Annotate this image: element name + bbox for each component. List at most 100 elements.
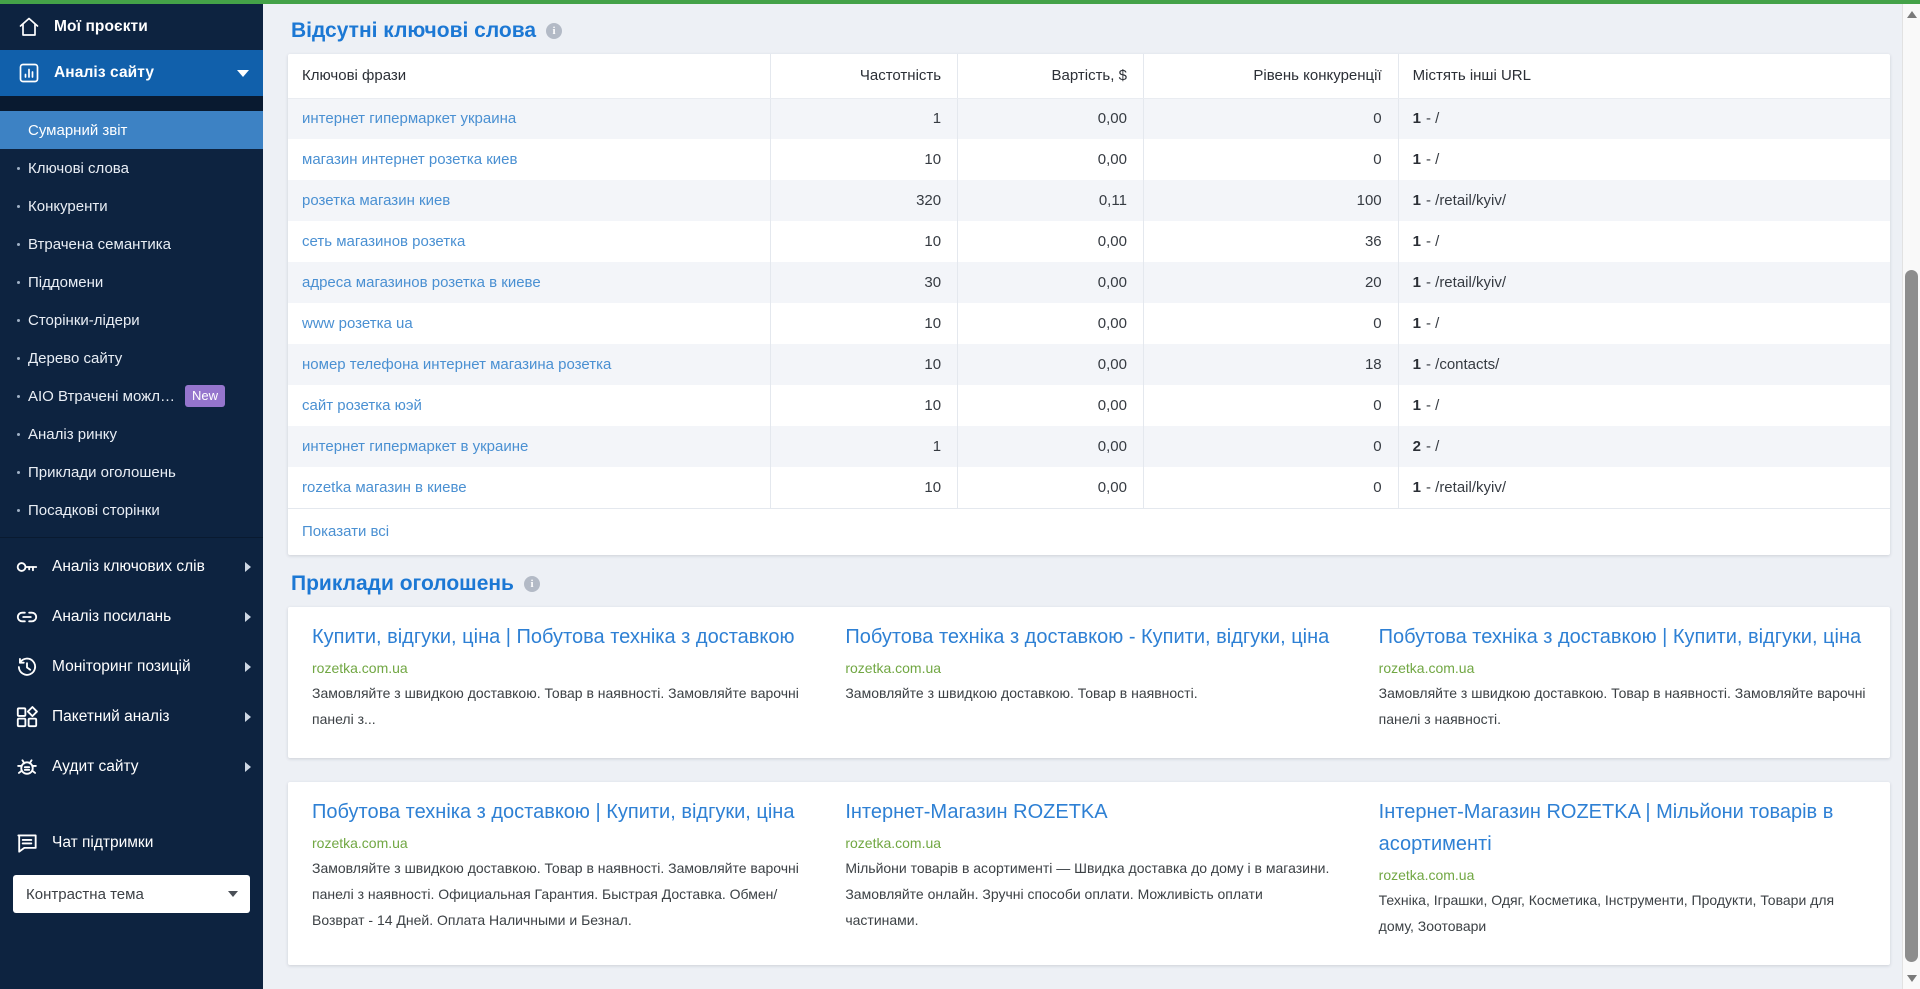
url-path: - /retail/kyiv/ [1426, 192, 1506, 209]
phrase-cell: розетка магазин киев [288, 180, 770, 221]
sidebar-item-batch-analysis[interactable]: Пакетний аналіз [0, 692, 263, 742]
sidebar-item-my-projects[interactable]: Мої проєкти [0, 4, 263, 50]
urls-cell: 1- /contacts/ [1398, 344, 1890, 385]
ad-domain: rozetka.com.ua [845, 835, 1332, 851]
bullet-icon [17, 205, 20, 208]
url-count: 1 [1413, 274, 1421, 291]
urls-cell: 1- /retail/kyiv/ [1398, 467, 1890, 508]
submenu-item[interactable]: Посадкові сторінки [0, 491, 263, 529]
frequency-cell: 320 [770, 180, 957, 221]
bullet-icon [17, 433, 20, 436]
submenu-item-label: Піддомени [28, 274, 103, 291]
submenu-item[interactable]: Конкуренти [0, 187, 263, 225]
keyword-link[interactable]: rozetka магазин в киеве [302, 479, 467, 496]
chevron-down-icon [228, 891, 238, 897]
scrollbar-thumb[interactable] [1905, 270, 1918, 962]
submenu-item[interactable]: Приклади оголошень [0, 453, 263, 491]
bullet-icon [17, 243, 20, 246]
bullet-icon [17, 357, 20, 360]
ad-domain: rozetka.com.ua [1379, 867, 1866, 883]
ad-item: Побутова техніка з доставкою - Купити, в… [845, 621, 1332, 732]
frequency-cell: 10 [770, 139, 957, 180]
keyword-link[interactable]: номер телефона интернет магазина розетка [302, 356, 611, 373]
submenu-item-label: AIO Втрачені можл… [28, 388, 175, 405]
submenu-item-label: Дерево сайту [28, 350, 122, 367]
ad-description: Замовляйте з швидкою доставкою. Товар в … [845, 680, 1332, 706]
table-row: номер телефона интернет магазина розетка… [288, 344, 1890, 385]
scroll-up-arrow-icon[interactable] [1907, 11, 1917, 18]
ad-title-link[interactable]: Побутова техніка з доставкою - Купити, в… [845, 621, 1332, 653]
scroll-down-arrow-icon[interactable] [1907, 975, 1917, 982]
keyword-link[interactable]: розетка магазин киев [302, 192, 450, 209]
url-path: - / [1426, 397, 1439, 414]
ad-domain: rozetka.com.ua [845, 660, 1332, 676]
ad-title-link[interactable]: Інтернет-Магазин ROZETKA | Мільйони това… [1379, 796, 1866, 860]
competition-cell: 0 [1143, 98, 1398, 139]
url-path: - / [1426, 438, 1439, 455]
ad-domain: rozetka.com.ua [312, 660, 799, 676]
competition-cell: 0 [1143, 385, 1398, 426]
submenu-item[interactable]: AIO Втрачені можл… New [0, 377, 263, 415]
frequency-cell: 10 [770, 344, 957, 385]
keyword-link[interactable]: интернет гипермаркет украина [302, 110, 516, 127]
sidebar-item-label: Аудит сайту [52, 758, 139, 776]
urls-cell: 2- / [1398, 426, 1890, 467]
ad-domain: rozetka.com.ua [1379, 660, 1866, 676]
keyword-link[interactable]: интернет гипермаркет в украине [302, 438, 528, 455]
ad-description: Замовляйте з швидкою доставкою. Товар в … [312, 855, 799, 933]
frequency-cell: 10 [770, 467, 957, 508]
ad-item: Купити, відгуки, ціна | Побутова техніка… [312, 621, 799, 732]
ad-title-link[interactable]: Побутова техніка з доставкою | Купити, в… [312, 796, 799, 828]
url-path: - / [1426, 315, 1439, 332]
sidebar-item-rank-monitoring[interactable]: Моніторинг позицій [0, 642, 263, 692]
keyword-link[interactable]: www розетка ua [302, 315, 413, 332]
sidebar-item-label: Чат підтримки [52, 834, 153, 852]
ad-title-link[interactable]: Інтернет-Магазин ROZETKA [845, 796, 1332, 828]
urls-cell: 1- / [1398, 139, 1890, 180]
chevron-right-icon [245, 762, 251, 772]
show-all-link[interactable]: Показати всі [288, 508, 1890, 555]
col-header-other-urls: Містять інші URL [1398, 54, 1890, 98]
ad-title-link[interactable]: Побутова техніка з доставкою | Купити, в… [1379, 621, 1866, 653]
submenu-item[interactable]: Аналіз ринку [0, 415, 263, 453]
ad-item: Інтернет-Магазин ROZETKA | Мільйони това… [1379, 796, 1866, 939]
keyword-link[interactable]: адреса магазинов розетка в киеве [302, 274, 541, 291]
url-path: - /retail/kyiv/ [1426, 274, 1506, 291]
bullet-icon [17, 167, 20, 170]
frequency-cell: 10 [770, 385, 957, 426]
sidebar-item-link-analysis[interactable]: Аналіз посилань [0, 592, 263, 642]
theme-select[interactable]: Контрастна тема [13, 875, 250, 913]
sidebar-item-support-chat[interactable]: Чат підтримки [0, 818, 263, 868]
sidebar-item-keyword-analysis[interactable]: Аналіз ключових слів [0, 542, 263, 592]
submenu-item[interactable]: Сумарний звіт [0, 111, 263, 149]
link-icon [14, 604, 40, 630]
submenu-item-label: Посадкові сторінки [28, 502, 160, 519]
keyword-link[interactable]: сеть магазинов розетка [302, 233, 465, 250]
submenu-item[interactable]: Ключові слова [0, 149, 263, 187]
ad-item: Побутова техніка з доставкою | Купити, в… [1379, 621, 1866, 732]
sidebar-item-site-audit[interactable]: Аудит сайту [0, 742, 263, 792]
competition-cell: 36 [1143, 221, 1398, 262]
sidebar-item-site-analysis[interactable]: Аналіз сайту [0, 50, 263, 96]
page-title: Відсутні ключові слова [291, 19, 536, 43]
keyword-link[interactable]: магазин интернет розетка киев [302, 151, 518, 168]
keyword-link[interactable]: сайт розетка юэй [302, 397, 422, 414]
submenu-item[interactable]: Дерево сайту [0, 339, 263, 377]
info-icon[interactable] [524, 576, 540, 592]
frequency-cell: 1 [770, 98, 957, 139]
submenu-item[interactable]: Піддомени [0, 263, 263, 301]
submenu-item[interactable]: Сторінки-лідери [0, 301, 263, 339]
phrase-cell: rozetka магазин в киеве [288, 467, 770, 508]
url-count: 1 [1413, 192, 1421, 209]
submenu-item[interactable]: Втрачена семантика [0, 225, 263, 263]
cost-cell: 0,00 [958, 467, 1144, 508]
ad-title-link[interactable]: Купити, відгуки, ціна | Побутова техніка… [312, 621, 799, 653]
main-content: Відсутні ключові слова Ключові фрази Час… [263, 4, 1920, 989]
ad-description: Замовляйте з швидкою доставкою. Товар в … [1379, 680, 1866, 732]
bullet-icon [17, 319, 20, 322]
chat-icon [14, 830, 40, 856]
info-icon[interactable] [546, 23, 562, 39]
home-icon [17, 15, 41, 39]
vertical-scrollbar [1902, 4, 1920, 989]
competition-cell: 18 [1143, 344, 1398, 385]
